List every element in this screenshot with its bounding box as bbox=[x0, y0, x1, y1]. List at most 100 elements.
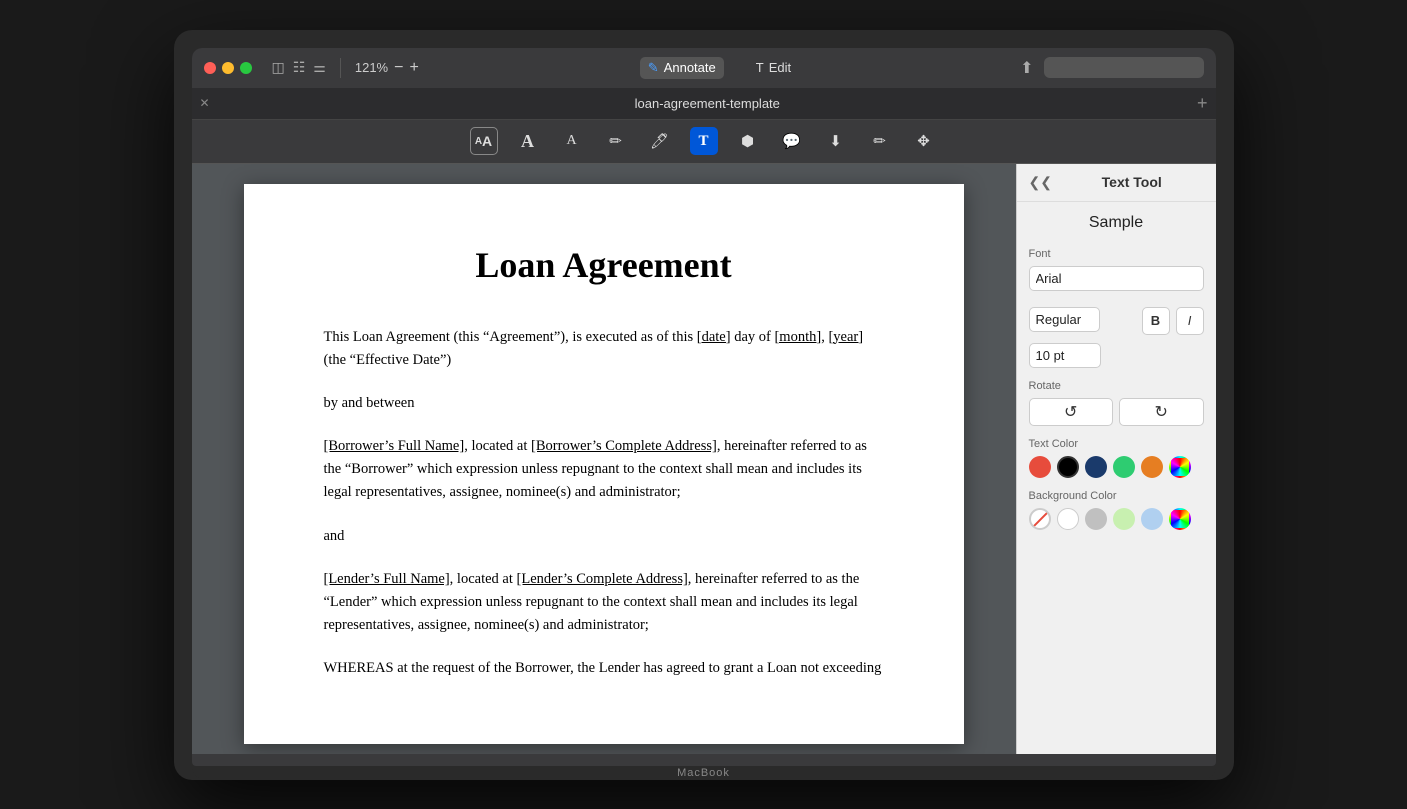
pdf-page: Loan Agreement This Loan Agreement (this… bbox=[244, 184, 964, 744]
panel-body: Sample Font Arial Helvetica Times New Ro… bbox=[1017, 202, 1216, 754]
zoom-control: 121% − + bbox=[355, 60, 419, 76]
pdf-area[interactable]: Loan Agreement This Loan Agreement (this… bbox=[192, 164, 1016, 754]
bg-color-light-gray[interactable] bbox=[1085, 508, 1107, 530]
rotate-row: ↺ ↻ bbox=[1029, 398, 1204, 426]
stamp-btn[interactable]: ⬇ bbox=[822, 127, 850, 155]
paragraph-5: [Lender’s Full Name], located at [Lender… bbox=[324, 568, 884, 638]
bg-color-transparent[interactable] bbox=[1029, 508, 1051, 530]
rotate-label: Rotate bbox=[1029, 380, 1204, 392]
laptop-base: MacBook bbox=[192, 766, 1216, 780]
bg-color-light-blue[interactable] bbox=[1141, 508, 1163, 530]
title-right: ⬆ 🔍 bbox=[1020, 57, 1203, 78]
bold-button[interactable]: B bbox=[1142, 307, 1170, 335]
year-placeholder: [year] bbox=[828, 329, 863, 345]
close-button[interactable] bbox=[204, 62, 216, 74]
annotate-label: Annotate bbox=[664, 60, 716, 75]
zoom-increase-button[interactable]: + bbox=[409, 60, 418, 76]
minimize-button[interactable] bbox=[222, 62, 234, 74]
text-color-green[interactable] bbox=[1113, 456, 1135, 478]
toolbar-divider bbox=[340, 58, 341, 78]
right-panel: ❮❮ Text Tool Sample Font Arial Helvetica… bbox=[1016, 164, 1216, 754]
bg-color-label: Background Color bbox=[1029, 490, 1204, 502]
pdf-title: Loan Agreement bbox=[324, 244, 884, 286]
paragraph-3: [Borrower’s Full Name], located at [Borr… bbox=[324, 435, 884, 505]
pencil-btn[interactable]: ✏ bbox=[602, 127, 630, 155]
text-color-orange[interactable] bbox=[1141, 456, 1163, 478]
edit-label: Edit bbox=[769, 60, 791, 75]
title-center: ✎ Annotate T Edit bbox=[427, 57, 1012, 79]
sidebar-toggle-icon[interactable]: ◫ bbox=[272, 59, 285, 76]
bg-color-swatches bbox=[1029, 508, 1204, 530]
text-size-tool-btn[interactable]: A A bbox=[470, 127, 498, 155]
borrower-name-placeholder: [Borrower’s Full Name] bbox=[324, 438, 465, 454]
edit-button[interactable]: T Edit bbox=[748, 57, 799, 79]
paragraph-1: This Loan Agreement (this “Agreement”), … bbox=[324, 326, 884, 372]
search-wrapper: 🔍 bbox=[1044, 57, 1204, 78]
window-toolbar-icons: ◫ ☷ ⚌ bbox=[272, 59, 326, 76]
text-color-red[interactable] bbox=[1029, 456, 1051, 478]
month-placeholder: [month] bbox=[774, 329, 821, 345]
annotate-button[interactable]: ✎ Annotate bbox=[640, 57, 724, 79]
screen: ◫ ☷ ⚌ 121% − + ✎ Annotate T Edit bbox=[192, 48, 1216, 754]
borrower-address-placeholder: [Borrower’s Complete Address] bbox=[531, 438, 717, 454]
rotate-right-button[interactable]: ↻ bbox=[1119, 398, 1204, 426]
annotation-bar: A A A A ✏ 🖊 T ⬢ 💬 ⬇ ✏ ✥ bbox=[192, 120, 1216, 164]
sample-text: Sample bbox=[1029, 214, 1204, 232]
font-size-select[interactable]: 8 pt 9 pt 10 pt 11 pt 12 pt bbox=[1029, 343, 1101, 368]
bg-color-section: Background Color bbox=[1029, 490, 1204, 530]
tab-close-icon[interactable]: ✕ bbox=[200, 96, 210, 110]
panel-header: ❮❮ Text Tool bbox=[1017, 164, 1216, 202]
laptop-bottom bbox=[192, 754, 1216, 766]
font-style-row: Regular Bold Italic Bold Italic B I bbox=[1029, 307, 1204, 335]
panel-title: Text Tool bbox=[1060, 174, 1204, 190]
zoom-decrease-button[interactable]: − bbox=[394, 60, 403, 76]
highlight-btn[interactable]: 🖊 bbox=[646, 127, 674, 155]
text-color-black[interactable] bbox=[1057, 456, 1079, 478]
crop-btn[interactable]: ✥ bbox=[910, 127, 938, 155]
share-icon[interactable]: ⬆ bbox=[1020, 58, 1033, 78]
date-placeholder: [date] bbox=[697, 329, 731, 345]
text-color-dark-blue[interactable] bbox=[1085, 456, 1107, 478]
lender-name-placeholder: [Lender’s Full Name] bbox=[324, 571, 450, 587]
pdf-body: This Loan Agreement (this “Agreement”), … bbox=[324, 326, 884, 681]
tab-title: loan-agreement-template bbox=[218, 96, 1197, 111]
panel-collapse-icon[interactable]: ❮❮ bbox=[1029, 174, 1052, 191]
text-color-swatches bbox=[1029, 456, 1204, 478]
signature-btn[interactable]: ✏ bbox=[866, 127, 894, 155]
list-view-icon[interactable]: ⚌ bbox=[313, 59, 326, 76]
bg-color-light-green[interactable] bbox=[1113, 508, 1135, 530]
font-select[interactable]: Arial Helvetica Times New Roman Georgia … bbox=[1029, 266, 1204, 291]
rotate-left-button[interactable]: ↺ bbox=[1029, 398, 1114, 426]
paragraph-4: and bbox=[324, 525, 884, 548]
text-insert-btn[interactable]: T bbox=[690, 127, 718, 155]
text-color-multi[interactable] bbox=[1169, 456, 1191, 478]
shape-btn[interactable]: ⬢ bbox=[734, 127, 762, 155]
edit-text-icon: T bbox=[756, 60, 764, 75]
traffic-lights bbox=[204, 62, 252, 74]
comment-btn[interactable]: 💬 bbox=[778, 127, 806, 155]
text-color-section: Text Color bbox=[1029, 438, 1204, 478]
paragraph-6: WHEREAS at the request of the Borrower, … bbox=[324, 657, 884, 680]
bg-color-multi[interactable] bbox=[1169, 508, 1191, 530]
text-color-label: Text Color bbox=[1029, 438, 1204, 450]
annotate-pen-icon: ✎ bbox=[648, 60, 659, 76]
font-size-row: 8 pt 9 pt 10 pt 11 pt 12 pt bbox=[1029, 343, 1204, 368]
laptop-brand-label: MacBook bbox=[677, 767, 730, 779]
paragraph-2: by and between bbox=[324, 392, 884, 415]
titlebar: ◫ ☷ ⚌ 121% − + ✎ Annotate T Edit bbox=[192, 48, 1216, 88]
bg-color-white[interactable] bbox=[1057, 508, 1079, 530]
new-tab-button[interactable]: + bbox=[1197, 93, 1208, 114]
italic-button[interactable]: I bbox=[1176, 307, 1204, 335]
font-style-select[interactable]: Regular Bold Italic Bold Italic bbox=[1029, 307, 1100, 332]
rotate-section: Rotate ↺ ↻ bbox=[1029, 380, 1204, 426]
zoom-level: 121% bbox=[355, 60, 388, 75]
search-input[interactable] bbox=[1044, 57, 1204, 78]
font-section-label: Font bbox=[1029, 248, 1204, 260]
text-large-btn[interactable]: A bbox=[514, 127, 542, 155]
tabbar: ✕ loan-agreement-template + bbox=[192, 88, 1216, 120]
main-content: Loan Agreement This Loan Agreement (this… bbox=[192, 164, 1216, 754]
maximize-button[interactable] bbox=[240, 62, 252, 74]
laptop-outer: ◫ ☷ ⚌ 121% − + ✎ Annotate T Edit bbox=[174, 30, 1234, 780]
grid-view-icon[interactable]: ☷ bbox=[293, 59, 306, 76]
text-small-btn[interactable]: A bbox=[558, 127, 586, 155]
